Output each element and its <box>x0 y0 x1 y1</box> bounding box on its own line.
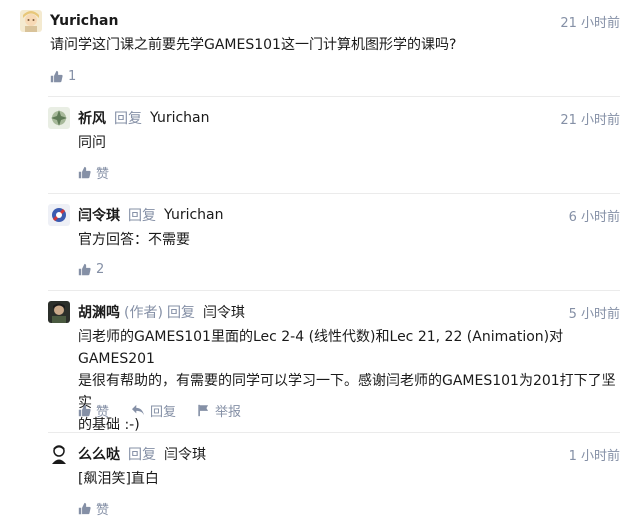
comment-time: 21 小时前 <box>560 113 620 128</box>
comment-huyuanming: 胡渊鸣 (作者) 回复 闫令琪 5 小时前 闫老师的GAMES101里面的Lec… <box>48 301 620 433</box>
report-button[interactable]: 举报 <box>198 401 241 420</box>
like-button[interactable]: 赞 <box>78 163 109 182</box>
reply-word: 回复 <box>128 447 156 463</box>
author-name[interactable]: 闫令琪 <box>78 205 120 225</box>
comment-content: 请问学这门课之前要先学GAMES101这一门计算机图形学的课吗? <box>50 37 457 53</box>
like-label: 赞 <box>96 404 110 420</box>
avatar[interactable] <box>48 107 70 129</box>
comment-actions: 赞 回复 举报 <box>78 401 263 420</box>
comment-header: 胡渊鸣 (作者) 回复 闫令琪 5 小时前 <box>48 301 620 323</box>
reply-button[interactable]: 回复 <box>131 401 176 420</box>
thumb-up-icon <box>78 502 91 514</box>
like-button[interactable]: 1 <box>50 69 76 84</box>
author-tag: (作者) <box>124 305 163 321</box>
like-button[interactable]: 赞 <box>78 401 109 420</box>
avatar[interactable] <box>20 10 42 32</box>
comment-actions: 2 <box>78 260 126 278</box>
avatar[interactable] <box>48 301 70 323</box>
comment-content: 官方回答：不需要 <box>78 232 190 248</box>
reply-icon <box>132 404 145 416</box>
comment-actions: 赞 <box>78 499 131 518</box>
reply-word: 回复 <box>114 111 142 127</box>
thumb-up-icon <box>78 263 91 275</box>
flag-icon <box>198 404 209 416</box>
comment-header: Yurichan 21 小时前 <box>20 10 620 32</box>
reply-label: 回复 <box>150 404 177 420</box>
comment-header: 闫令琪 回复 Yurichan 6 小时前 <box>48 204 620 226</box>
comment-actions: 1 <box>50 67 98 85</box>
comment-memeda: 么么哒 回复 闫令琪 1 小时前 [飙泪笑]直白 赞 <box>48 443 620 518</box>
comment-yanlingqi: 闫令琪 回复 Yurichan 6 小时前 官方回答：不需要 2 <box>48 204 620 279</box>
author-name[interactable]: 祈风 <box>78 108 106 128</box>
thumb-up-icon <box>78 166 91 178</box>
author-name[interactable]: 胡渊鸣 <box>78 302 120 322</box>
avatar[interactable] <box>48 443 70 465</box>
thumb-up-icon <box>50 70 63 82</box>
thumb-up-icon <box>78 404 91 416</box>
avatar[interactable] <box>48 204 70 226</box>
divider <box>48 96 620 97</box>
reply-target[interactable]: 闫令琪 <box>203 302 245 322</box>
like-count: 1 <box>68 68 77 84</box>
comment-content: 同问 <box>78 135 106 151</box>
comment-qifeng: 祈风 回复 Yurichan 21 小时前 同问 赞 <box>48 107 620 182</box>
reply-target[interactable]: Yurichan <box>150 110 210 126</box>
like-label: 赞 <box>96 502 110 518</box>
divider <box>48 432 620 433</box>
comment-actions: 赞 <box>78 163 131 182</box>
comment-header: 么么哒 回复 闫令琪 1 小时前 <box>48 443 620 465</box>
author-name[interactable]: Yurichan <box>50 13 118 29</box>
reply-word: 回复 <box>128 208 156 224</box>
comment-time: 6 小时前 <box>568 210 620 225</box>
comment-content: [飙泪笑]直白 <box>78 471 159 487</box>
like-count: 2 <box>96 261 105 277</box>
reply-word: 回复 <box>166 305 195 321</box>
like-button[interactable]: 2 <box>78 262 104 277</box>
comment-yurichan: Yurichan 21 小时前 请问学这门课之前要先学GAMES101这一门计算… <box>20 10 620 85</box>
like-button[interactable]: 赞 <box>78 499 109 518</box>
comment-time: 5 小时前 <box>568 307 620 322</box>
report-label: 举报 <box>215 404 242 420</box>
like-label: 赞 <box>96 166 110 182</box>
reply-target[interactable]: 闫令琪 <box>164 444 206 464</box>
content-line: 闫老师的GAMES101里面的Lec 2-4 (线性代数)和Lec 21, 22… <box>78 329 564 367</box>
divider <box>48 290 620 291</box>
comment-content: 闫老师的GAMES101里面的Lec 2-4 (线性代数)和Lec 21, 22… <box>78 326 620 436</box>
author-name[interactable]: 么么哒 <box>78 444 120 464</box>
comment-header: 祈风 回复 Yurichan 21 小时前 <box>48 107 620 129</box>
comment-time: 1 小时前 <box>568 449 620 464</box>
reply-target[interactable]: Yurichan <box>164 207 224 223</box>
comment-time: 21 小时前 <box>560 16 620 31</box>
divider <box>48 193 620 194</box>
